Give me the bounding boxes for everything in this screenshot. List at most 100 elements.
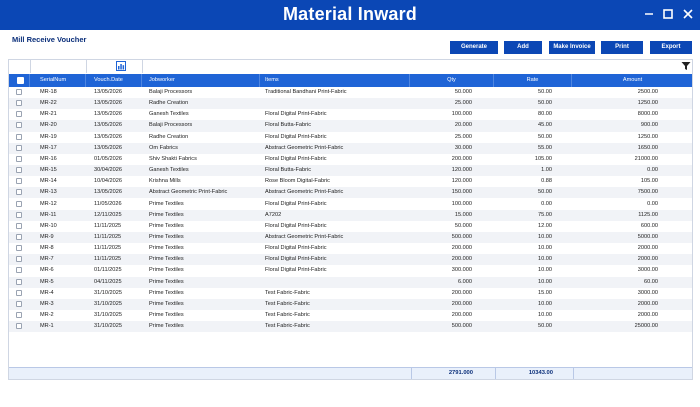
select-all-checkbox[interactable] bbox=[17, 77, 24, 84]
cell-jobworker: Prime Textiles bbox=[149, 267, 184, 274]
table-row[interactable]: MR-17 13/05/2026 Om Fabrics Abstract Geomet… bbox=[8, 142, 693, 154]
row-checkbox[interactable] bbox=[16, 133, 22, 140]
table-row[interactable]: MR-3 31/10/2025 Prime Textiles Test Fabric-… bbox=[8, 298, 693, 310]
cell-items: Test Fabric-Fabric bbox=[265, 323, 310, 330]
cell-amount: 3000.00 bbox=[637, 267, 658, 274]
column-header-amount[interactable]: Amount bbox=[572, 74, 693, 87]
cell-amount: 2000.00 bbox=[637, 256, 658, 263]
make-invoice-button[interactable]: Make Invoice bbox=[549, 41, 595, 54]
cell-qty: 150.000 bbox=[451, 189, 472, 196]
table-row[interactable]: MR-1 31/10/2025 Prime Textiles Test Fabric-… bbox=[8, 321, 693, 333]
row-checkbox[interactable] bbox=[16, 300, 22, 307]
table-header: SerialNum Vouch.Date Jobworker Items Qty… bbox=[8, 74, 693, 87]
column-header-serialnum[interactable]: SerialNum bbox=[30, 74, 86, 87]
table-row[interactable]: MR-13 13/05/2026 Abstract Geometric Print-… bbox=[8, 187, 693, 199]
cell-items: A7202 bbox=[265, 211, 282, 218]
cell-rate: 15.00 bbox=[538, 289, 552, 296]
cell-items: Abstract Geometric Print-Fabric bbox=[265, 144, 344, 151]
cell-vouch-date: 11/11/2025 bbox=[94, 256, 122, 263]
cell-amount: 3000.00 bbox=[637, 289, 658, 296]
row-checkbox[interactable] bbox=[16, 100, 22, 107]
table-row[interactable]: MR-4 31/10/2025 Prime Textiles Test Fabric-… bbox=[8, 288, 693, 299]
row-checkbox[interactable] bbox=[16, 189, 22, 196]
row-checkbox[interactable] bbox=[16, 200, 22, 207]
close-icon[interactable] bbox=[681, 7, 695, 21]
row-checkbox[interactable] bbox=[16, 122, 22, 129]
cell-jobworker: Ganesh Textiles bbox=[149, 167, 189, 174]
row-checkbox[interactable] bbox=[16, 267, 22, 274]
column-header-rate[interactable]: Rate bbox=[494, 74, 572, 87]
table-row[interactable]: MR-10 11/11/2025 Prime Textiles Floral Digi… bbox=[8, 221, 693, 232]
column-header-vouch-date[interactable]: Vouch.Date bbox=[86, 74, 142, 87]
table-row[interactable]: MR-8 11/11/2025 Prime Textiles Floral Digit… bbox=[8, 243, 693, 254]
table-row[interactable]: MR-22 13/05/2026 Radhe Creation 25.000 50.00… bbox=[8, 98, 693, 110]
row-checkbox[interactable] bbox=[16, 167, 22, 174]
generate-button[interactable]: Generate bbox=[450, 41, 498, 54]
row-checkbox[interactable] bbox=[16, 89, 22, 95]
table-row[interactable]: MR-14 10/04/2026 Krishna Mills Rose Bloom D… bbox=[8, 176, 693, 187]
cell-items: Test Fabric-Fabric bbox=[265, 312, 310, 318]
column-header-items[interactable]: Items bbox=[260, 74, 410, 87]
chart-icon[interactable] bbox=[116, 61, 126, 71]
table-row[interactable]: MR-15 30/04/2026 Ganesh Textiles Floral But… bbox=[8, 165, 693, 177]
cell-vouch-date: 11/11/2025 bbox=[94, 222, 122, 229]
cell-vouch-date: 13/05/2026 bbox=[94, 111, 122, 118]
table-row[interactable]: MR-2 31/10/2025 Prime Textiles Test Fabric-… bbox=[8, 310, 693, 321]
cell-rate: 75.00 bbox=[538, 211, 552, 218]
row-checkbox[interactable] bbox=[16, 245, 22, 252]
cell-items: Floral Digital Print-Fabric bbox=[265, 200, 327, 207]
row-checkbox[interactable] bbox=[16, 312, 22, 318]
table-row[interactable]: MR-20 13/05/2026 Balaji Processors Floral B… bbox=[8, 120, 693, 132]
row-checkbox[interactable] bbox=[16, 155, 22, 162]
row-checkbox[interactable] bbox=[16, 111, 22, 118]
table-row[interactable]: MR-16 01/05/2026 Shiv Shakti Fabrics Floral… bbox=[8, 154, 693, 165]
table-row[interactable]: MR-19 13/05/2026 Radhe Creation Floral Digi… bbox=[8, 132, 693, 143]
cell-jobworker: Krishna Mills bbox=[149, 178, 181, 185]
cell-amount: 0.00 bbox=[647, 200, 658, 207]
table-footer-totals: 2791.000 10343.00 bbox=[8, 367, 693, 380]
print-button[interactable]: Print bbox=[601, 41, 643, 54]
cell-amount: 5000.00 bbox=[637, 233, 658, 240]
cell-amount: 900.00 bbox=[640, 122, 658, 129]
table-row[interactable]: MR-7 11/11/2025 Prime Textiles Floral Digit… bbox=[8, 254, 693, 266]
row-checkbox[interactable] bbox=[16, 233, 22, 240]
cell-qty: 200.000 bbox=[451, 155, 472, 162]
table-row[interactable]: MR-9 11/11/2025 Prime Textiles Abstract Geo… bbox=[8, 231, 693, 244]
row-checkbox[interactable] bbox=[16, 222, 22, 229]
row-checkbox[interactable] bbox=[16, 289, 22, 296]
filter-icon[interactable] bbox=[681, 61, 691, 71]
cell-serialnum: MR-9 bbox=[40, 233, 54, 240]
cell-items bbox=[260, 98, 410, 109]
cell-items: Traditional Bandhani Print-Fabric bbox=[265, 89, 347, 95]
row-checkbox[interactable] bbox=[16, 323, 22, 330]
maximize-icon[interactable] bbox=[661, 7, 675, 21]
table-row[interactable]: MR-5 04/11/2025 Prime Textiles 6.000 10.00 60… bbox=[8, 276, 693, 288]
cell-jobworker: Prime Textiles bbox=[149, 222, 184, 229]
cell-jobworker: Prime Textiles bbox=[149, 256, 184, 263]
table-row[interactable]: MR-21 13/05/2026 Ganesh Textiles Floral Dig… bbox=[8, 109, 693, 120]
cell-qty: 200.000 bbox=[451, 300, 472, 307]
cell-rate: 10.00 bbox=[538, 312, 552, 318]
add-button[interactable]: Add bbox=[504, 41, 542, 54]
table-row[interactable]: MR-18 13/05/2026 Balaji Processors Traditio… bbox=[8, 87, 693, 98]
table-row[interactable]: MR-11 12/11/2025 Prime Textiles A7202 15.000… bbox=[8, 209, 693, 221]
row-checkbox[interactable] bbox=[16, 144, 22, 151]
table-row[interactable]: MR-12 11/05/2026 Prime Textiles Floral Digi… bbox=[8, 199, 693, 210]
export-button[interactable]: Export bbox=[650, 41, 692, 54]
cell-rate: 10.00 bbox=[538, 233, 552, 240]
row-checkbox[interactable] bbox=[16, 211, 22, 218]
row-checkbox[interactable] bbox=[16, 278, 22, 285]
cell-items: Floral Digital Print-Fabric bbox=[265, 267, 327, 274]
column-header-jobworker[interactable]: Jobworker bbox=[142, 74, 260, 87]
row-checkbox[interactable] bbox=[16, 256, 22, 263]
cell-qty: 500.000 bbox=[451, 323, 472, 330]
table-row[interactable]: MR-6 01/11/2025 Prime Textiles Floral Digit… bbox=[8, 265, 693, 276]
cell-serialnum: MR-7 bbox=[40, 256, 54, 263]
cell-rate: 10.00 bbox=[538, 245, 552, 252]
cell-vouch-date: 31/10/2025 bbox=[94, 323, 122, 330]
minimize-icon[interactable] bbox=[642, 7, 656, 21]
cell-rate: 10.00 bbox=[538, 300, 552, 307]
column-header-qty[interactable]: Qty bbox=[410, 74, 494, 87]
cell-amount: 1250.00 bbox=[637, 133, 658, 140]
row-checkbox[interactable] bbox=[16, 178, 22, 185]
